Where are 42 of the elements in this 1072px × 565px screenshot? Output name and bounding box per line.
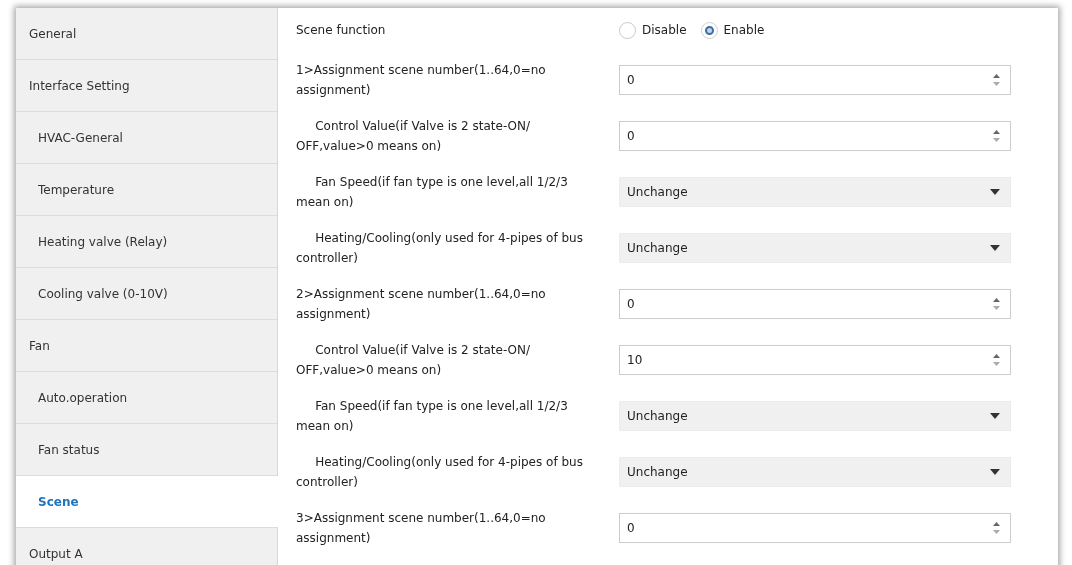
field-label: Control Value(if Valve is 2 state-ON/ OFF,value>0 means on) <box>296 342 532 379</box>
sidebar-item[interactable]: Interface Setting <box>16 60 277 112</box>
sidebar-item[interactable]: Fan <box>16 320 277 372</box>
sidebar-item[interactable]: Scene <box>16 476 278 528</box>
caret-icon[interactable] <box>990 469 1000 475</box>
radio-icon[interactable] <box>700 21 718 39</box>
sidebar-item[interactable]: Cooling valve (0-10V) <box>16 268 277 320</box>
field-label: 1>Assignment scene number(1..64,0=no assignment) <box>296 62 547 99</box>
number-field[interactable]: 0 <box>619 121 1011 151</box>
spinner-icon[interactable] <box>993 297 1000 311</box>
dropdown[interactable]: Unchange <box>619 177 1011 207</box>
sidebar-item[interactable]: General <box>16 8 277 60</box>
number-field[interactable]: 10 <box>619 345 1011 375</box>
radio-option[interactable]: Enable <box>700 21 765 39</box>
caret-icon[interactable] <box>990 245 1000 251</box>
field-label: Fan Speed(if fan type is one level,all 1/2/3 mean on) <box>296 174 569 211</box>
field-label: 3>Assignment scene number(1..64,0=no assignment) <box>296 510 547 547</box>
radio-option[interactable]: Disable <box>619 21 687 39</box>
sidebar-item[interactable]: Heating valve (Relay) <box>16 216 277 268</box>
field-label: Fan Speed(if fan type is one level,all 1/2/3 mean on) <box>296 398 569 435</box>
field-label: Control Value(if Valve is 2 state-ON/ OFF,value>0 means on) <box>296 118 532 155</box>
radio-icon[interactable] <box>619 21 636 39</box>
number-field[interactable]: 0 <box>619 513 1011 543</box>
sidebar-item[interactable]: Temperature <box>16 164 277 216</box>
spinner-icon[interactable] <box>993 129 1000 143</box>
sidebar-item[interactable]: HVAC-General <box>16 112 277 164</box>
field-label: Heating/Cooling(only used for 4-pipes of bus controller) <box>296 454 584 491</box>
number-field[interactable]: 0 <box>619 65 1011 95</box>
dropdown[interactable]: Unchange <box>619 233 1011 263</box>
spinner-icon[interactable] <box>993 353 1000 367</box>
spinner-icon[interactable] <box>993 73 1000 87</box>
field-label: Scene function <box>296 22 387 39</box>
spinner-icon[interactable] <box>993 521 1000 535</box>
field-label: Heating/Cooling(only used for 4-pipes of bus controller) <box>296 230 584 267</box>
sidebar-item[interactable]: Output A <box>16 528 277 565</box>
field-label: 2>Assignment scene number(1..64,0=no assignment) <box>296 286 547 323</box>
number-field[interactable]: 0 <box>619 289 1011 319</box>
dropdown[interactable]: Unchange <box>619 401 1011 431</box>
caret-icon[interactable] <box>990 189 1000 195</box>
dropdown[interactable]: Unchange <box>619 457 1011 487</box>
caret-icon[interactable] <box>990 413 1000 419</box>
sidebar-item[interactable]: Auto.operation <box>16 372 277 424</box>
